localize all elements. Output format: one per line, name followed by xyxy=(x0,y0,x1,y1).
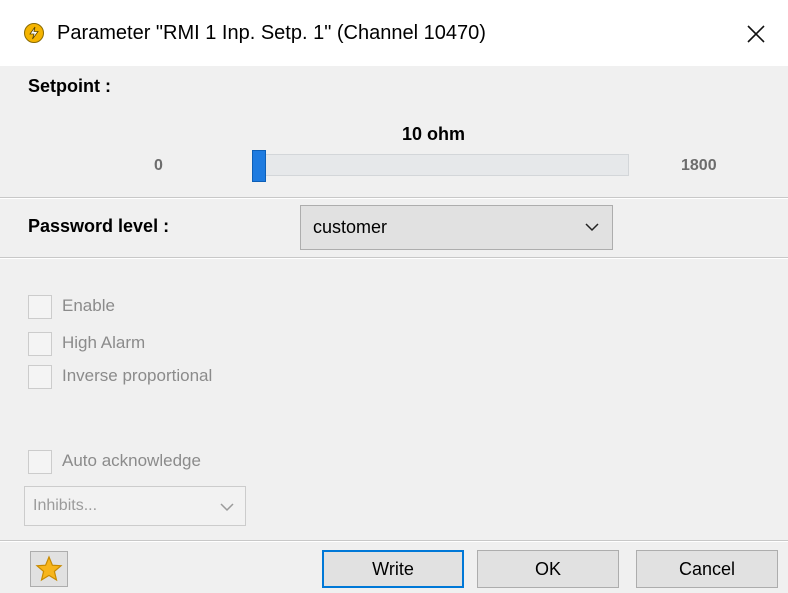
enable-label: Enable xyxy=(62,296,115,315)
dialog-client-area: Setpoint : 10 ohm 0 1800 Password level … xyxy=(0,66,788,593)
chevron-down-icon xyxy=(220,503,234,512)
inverse-proportional-checkbox[interactable] xyxy=(28,365,52,389)
password-level-value: customer xyxy=(313,217,388,237)
close-button[interactable] xyxy=(736,14,776,54)
cancel-button[interactable]: Cancel xyxy=(636,550,778,588)
title-bar[interactable]: Parameter "RMI 1 Inp. Setp. 1" (Channel … xyxy=(0,0,788,66)
slider-min-label: 0 xyxy=(154,157,163,174)
write-button[interactable]: Write xyxy=(322,550,464,588)
star-icon xyxy=(35,555,63,582)
high-alarm-checkbox[interactable] xyxy=(28,332,52,356)
setpoint-slider-thumb[interactable] xyxy=(252,150,266,182)
divider xyxy=(0,258,788,259)
enable-checkbox[interactable] xyxy=(28,295,52,319)
close-icon xyxy=(747,25,765,43)
favorite-button[interactable] xyxy=(30,551,68,587)
window-title: Parameter "RMI 1 Inp. Setp. 1" (Channel … xyxy=(57,22,486,44)
setpoint-value: 10 ohm xyxy=(402,124,466,144)
lightning-icon xyxy=(24,23,44,43)
high-alarm-label: High Alarm xyxy=(62,333,146,352)
setpoint-slider-track[interactable] xyxy=(252,154,629,176)
slider-max-label: 1800 xyxy=(681,157,717,174)
inhibits-placeholder: Inhibits... xyxy=(33,497,98,514)
ok-button[interactable]: OK xyxy=(477,550,619,588)
divider xyxy=(0,541,788,542)
inverse-proportional-label: Inverse proportional xyxy=(62,366,213,385)
inhibits-select[interactable]: Inhibits... xyxy=(24,486,246,526)
chevron-down-icon xyxy=(585,223,599,232)
auto-acknowledge-checkbox[interactable] xyxy=(28,450,52,474)
parameter-dialog: Parameter "RMI 1 Inp. Setp. 1" (Channel … xyxy=(0,0,788,593)
divider xyxy=(0,198,788,199)
password-level-select[interactable]: customer xyxy=(300,205,613,250)
password-level-label: Password level : xyxy=(28,216,170,236)
auto-acknowledge-label: Auto acknowledge xyxy=(62,451,201,470)
setpoint-label: Setpoint : xyxy=(28,76,111,96)
